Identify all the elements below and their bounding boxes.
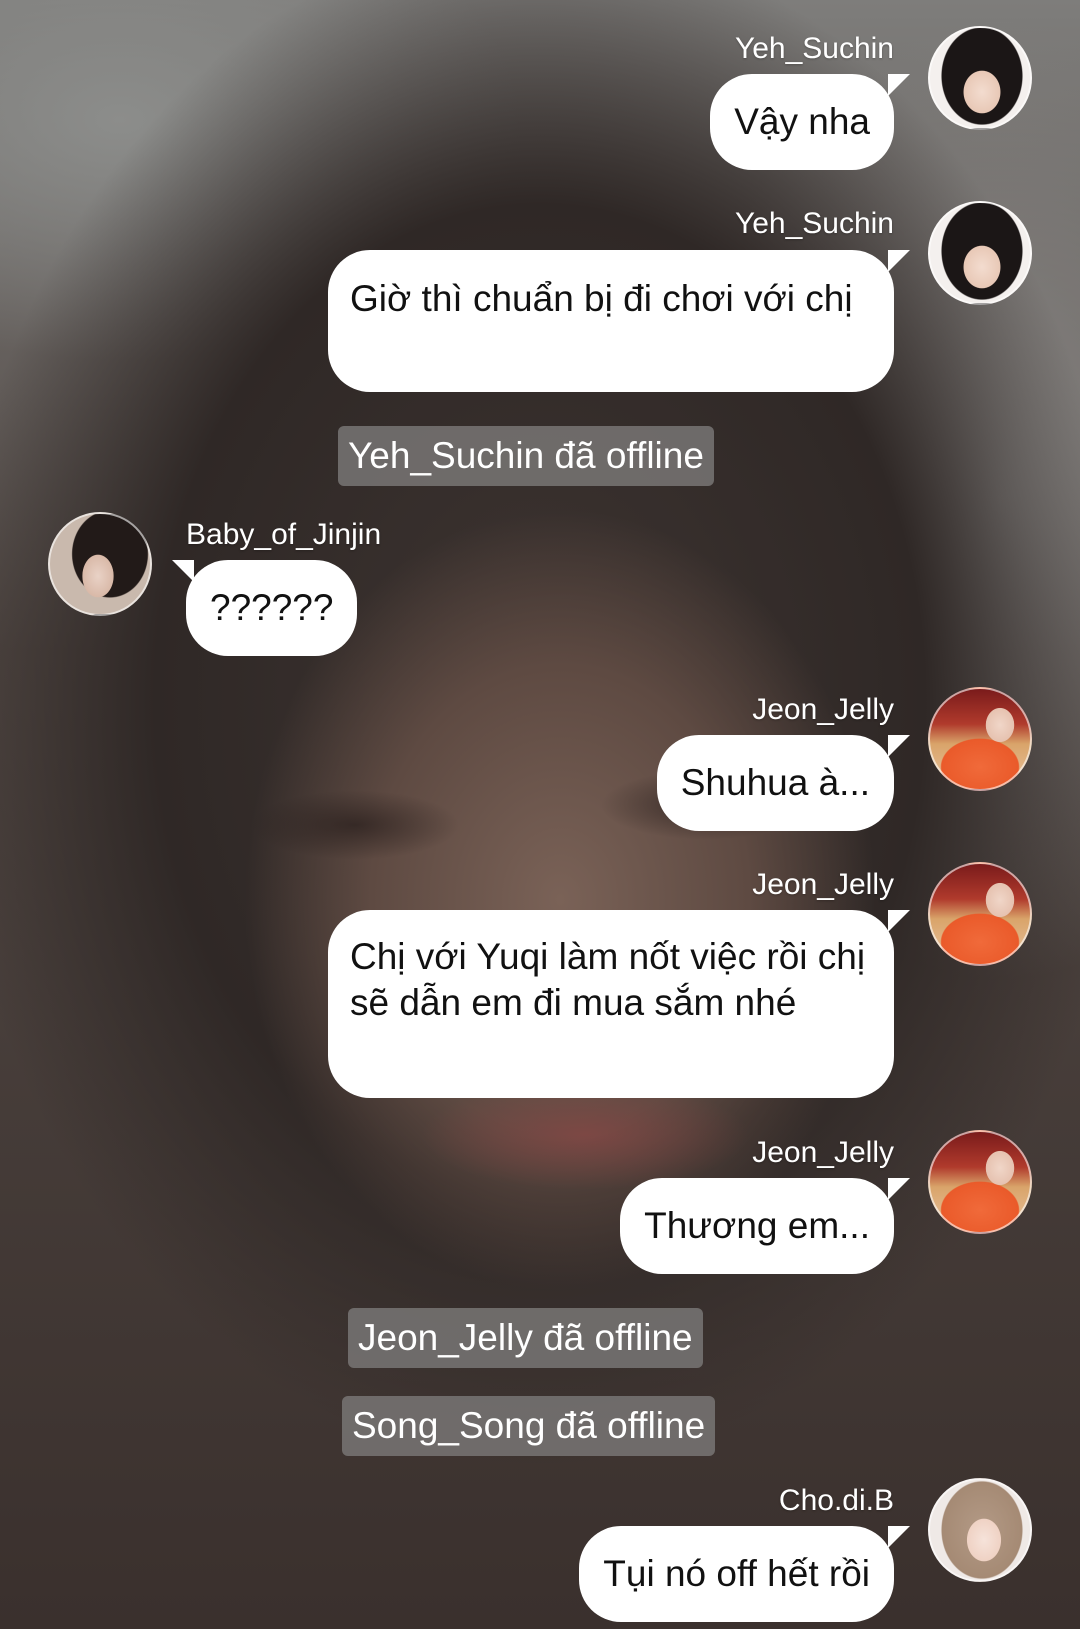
- avatar[interactable]: [928, 687, 1032, 791]
- sender-name: Yeh_Suchin: [734, 207, 894, 240]
- message-bubble[interactable]: Vậy nha: [710, 74, 894, 170]
- avatar[interactable]: [928, 862, 1032, 966]
- offline-notice: Yeh_Suchin đã offline: [338, 426, 714, 486]
- bubble-tail: [888, 74, 910, 96]
- bubble-tail: [888, 910, 910, 932]
- bubble-tail: [172, 560, 194, 582]
- offline-notice: Jeon_Jelly đã offline: [348, 1308, 703, 1368]
- message-bubble[interactable]: ??????: [186, 560, 358, 656]
- message-bubble[interactable]: Shuhua à...: [656, 735, 894, 831]
- message-bubble[interactable]: Thương em...: [620, 1178, 894, 1274]
- sender-name: Jeon_Jelly: [752, 693, 894, 726]
- message-bubble[interactable]: Tụi nó off hết rồi: [579, 1526, 894, 1622]
- avatar[interactable]: [48, 512, 152, 616]
- offline-notice: Song_Song đã offline: [342, 1396, 716, 1456]
- sender-name: Jeon_Jelly: [752, 1136, 894, 1169]
- bubble-tail: [888, 1178, 910, 1200]
- chat-background-image: [0, 0, 1080, 1629]
- bubble-tail: [888, 1526, 910, 1548]
- bubble-tail: [888, 250, 910, 272]
- bubble-tail: [888, 735, 910, 757]
- avatar[interactable]: [928, 201, 1032, 305]
- avatar[interactable]: [928, 1130, 1032, 1234]
- sender-name: Yeh_Suchin: [734, 32, 894, 65]
- message-bubble[interactable]: Giờ thì chuẩn bị đi chơi với chị: [328, 250, 894, 392]
- avatar[interactable]: [928, 1478, 1032, 1582]
- message-bubble[interactable]: Chị với Yuqi làm nốt việc rồi chị sẽ dẫn…: [328, 910, 894, 1098]
- sender-name: Jeon_Jelly: [752, 868, 894, 901]
- avatar[interactable]: [928, 26, 1032, 130]
- sender-name: Cho.di.B: [778, 1484, 894, 1517]
- sender-name: Baby_of_Jinjin: [186, 518, 382, 551]
